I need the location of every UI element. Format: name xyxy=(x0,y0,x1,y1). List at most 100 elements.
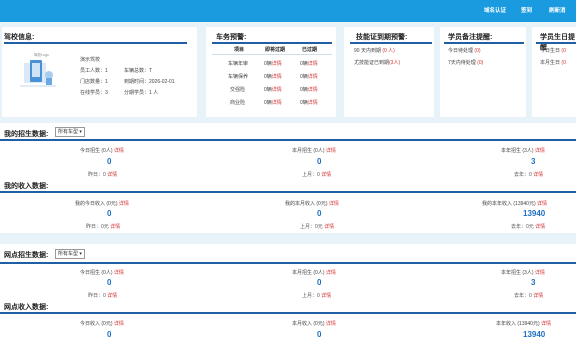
my-enroll-last-year: 去年：0 详情 xyxy=(514,172,544,178)
detail-link[interactable]: 详情 xyxy=(114,321,124,327)
row-past-link[interactable]: 详情 xyxy=(308,100,318,106)
checkin-link[interactable]: 签到 xyxy=(521,6,532,14)
birthday-card: 学员生日提醒 今日生日 (0 本月生日 (0 xyxy=(532,27,576,117)
followup-today[interactable]: 今日待处理 (0) xyxy=(448,47,481,54)
school-info-card: 驾校信息: 驾校Logo 演示驾校 员工人数：1 车辆总数：T 门店数量：1 到… xyxy=(2,27,197,117)
branch-enroll-yesterday: 昨日：0 详情 xyxy=(88,293,118,299)
row-soon-count: 0辆 xyxy=(264,74,272,80)
my-enroll-title: 我的招生数据: xyxy=(4,131,49,138)
school-logo: 驾校Logo xyxy=(18,51,62,93)
row-past-link[interactable]: 详情 xyxy=(308,87,318,93)
title-rule xyxy=(536,42,576,44)
detail-link[interactable]: 详情 xyxy=(326,148,336,154)
cert-expiring-soon[interactable]: 90 天内到期 (0 人) xyxy=(354,47,395,54)
my-income-title: 我的收入数据: xyxy=(4,183,49,190)
birthday-month[interactable]: 本月生日 (0 xyxy=(540,59,566,66)
branch-income-year-value: 13940 xyxy=(523,330,546,339)
followup-title: 学员备注提醒: xyxy=(448,34,493,41)
row-past-link[interactable]: 详情 xyxy=(308,61,318,67)
detail-link[interactable]: 详情 xyxy=(535,224,545,230)
branch-enroll-vehicle-select[interactable]: 所有车型 ▾ xyxy=(55,249,85,259)
title-rule xyxy=(4,42,187,44)
section-rule xyxy=(0,191,576,193)
row-soon-count: 0辆 xyxy=(264,87,272,93)
branch-enroll-month-label: 本月招生 (0人) 详情 xyxy=(292,270,336,276)
branch-enroll-year-label: 本年招生 (3人) 详情 xyxy=(501,270,545,276)
my-enroll-yesterday: 昨日：0 详情 xyxy=(88,172,118,178)
refresh-link[interactable]: 刷新消 xyxy=(549,6,566,14)
followup-week[interactable]: 7天内待处理 (0) xyxy=(448,59,483,66)
expire-date: 到期时间：2026-02-01 xyxy=(124,79,175,85)
branch-enroll-month-value: 0 xyxy=(317,278,322,287)
row-past-count: 0辆 xyxy=(300,61,308,67)
vehicle-count: 车辆总数：T xyxy=(124,68,153,74)
cert-alert-card: 技能证到期预警: 90 天内到期 (0 人) 尤技能证已到期(3人) xyxy=(344,27,434,117)
detail-link[interactable]: 详情 xyxy=(321,293,331,299)
row-past-count: 0辆 xyxy=(300,87,308,93)
row-item: 车辆保养 xyxy=(228,74,249,80)
my-income-today-label: 我的今日收入 (0元) 详情 xyxy=(75,201,129,207)
title-rule xyxy=(444,42,524,44)
detail-link[interactable]: 详情 xyxy=(533,172,543,178)
my-data-panel: 我的招生数据: 所有车型 ▾ 今日招生 (0人) 详情 0 昨日：0 详情 本月… xyxy=(0,123,576,233)
detail-link[interactable]: 详情 xyxy=(107,293,117,299)
branch-income-title: 网点收入数据: xyxy=(4,304,49,311)
row-soon-count: 0辆 xyxy=(264,100,272,106)
my-enroll-today-value: 0 xyxy=(107,157,112,166)
section-rule xyxy=(0,139,576,141)
cert-expired[interactable]: 尤技能证已到期(3人) xyxy=(354,59,400,66)
row-item: 交强险 xyxy=(230,87,246,93)
detail-link[interactable]: 详情 xyxy=(114,270,124,276)
row-soon-link[interactable]: 详情 xyxy=(272,74,282,80)
detail-link[interactable]: 详情 xyxy=(321,172,331,178)
detail-link[interactable]: 详情 xyxy=(326,321,336,327)
branch-enroll-year-value: 3 xyxy=(531,278,536,287)
birthday-today[interactable]: 今日生日 (0 xyxy=(540,47,566,54)
my-enroll-vehicle-select[interactable]: 所有车型 ▾ xyxy=(55,127,85,137)
col-soon: 即将过期 xyxy=(265,47,286,53)
branch-income-today-value: 0 xyxy=(107,330,112,339)
row-soon-link[interactable]: 详情 xyxy=(272,61,282,67)
branch-enroll-title: 网点招生数据: xyxy=(4,252,49,259)
branch-income-year-label: 本年收入 (13940元) 详情 xyxy=(496,321,552,327)
detail-link[interactable]: 详情 xyxy=(326,270,336,276)
detail-link[interactable]: 详情 xyxy=(119,201,129,207)
branch-income-today-label: 今日收入 (0元) 详情 xyxy=(80,321,124,327)
row-past-link[interactable]: 详情 xyxy=(308,74,318,80)
my-enroll-year-label: 本年招生 (3人) 详情 xyxy=(501,148,545,154)
detail-link[interactable]: 详情 xyxy=(535,270,545,276)
detail-link[interactable]: 详情 xyxy=(537,201,547,207)
detail-link[interactable]: 详情 xyxy=(107,172,117,178)
section-rule xyxy=(0,312,576,314)
row-soon-count: 0辆 xyxy=(264,61,272,67)
domain-auth-link[interactable]: 域名认证 xyxy=(484,6,506,14)
my-income-month-value: 0 xyxy=(317,209,322,218)
detail-link[interactable]: 详情 xyxy=(329,201,339,207)
branch-data-panel: 网点招生数据: 所有车型 ▾ 今日招生 (0人) 详情 0 昨日：0 详情 本月… xyxy=(0,244,576,356)
staff-count: 员工人数：1 xyxy=(80,68,108,74)
logo-caption: 驾校Logo xyxy=(34,52,49,57)
detail-link[interactable]: 详情 xyxy=(533,293,543,299)
row-past-count: 0辆 xyxy=(300,74,308,80)
col-past: 已过期 xyxy=(302,47,318,53)
my-income-year-label: 我的本年收入 (13940元) 详情 xyxy=(482,201,548,207)
my-income-today-value: 0 xyxy=(107,209,112,218)
installment-students: 分期学员：1 人 xyxy=(124,90,159,96)
student-followup-card: 学员备注提醒: 今日待处理 (0) 7天内待处理 (0) xyxy=(440,27,526,117)
top-bar: 域名认证 签到 刷新消 xyxy=(0,0,576,22)
row-soon-link[interactable]: 详情 xyxy=(272,87,282,93)
row-soon-link[interactable]: 详情 xyxy=(272,100,282,106)
detail-link[interactable]: 详情 xyxy=(114,148,124,154)
vehicle-alert-card: 车务预警: 项目 即将过期 已过期 车辆年审 0辆详情 0辆详情 车辆保养 0辆… xyxy=(206,27,336,117)
detail-link[interactable]: 详情 xyxy=(324,224,334,230)
vehicle-alert-title: 车务预警: xyxy=(216,34,247,41)
school-info-title: 驾校信息: xyxy=(4,34,35,41)
detail-link[interactable]: 详情 xyxy=(541,321,551,327)
store-count: 门店数量：1 xyxy=(80,79,108,85)
detail-link[interactable]: 详情 xyxy=(535,148,545,154)
my-enroll-month-value: 0 xyxy=(317,157,322,166)
my-enroll-today-label: 今日招生 (0人) 详情 xyxy=(80,148,124,154)
my-income-last-year: 去年：0元 详情 xyxy=(511,224,546,230)
title-rule xyxy=(350,42,432,44)
detail-link[interactable]: 详情 xyxy=(110,224,120,230)
